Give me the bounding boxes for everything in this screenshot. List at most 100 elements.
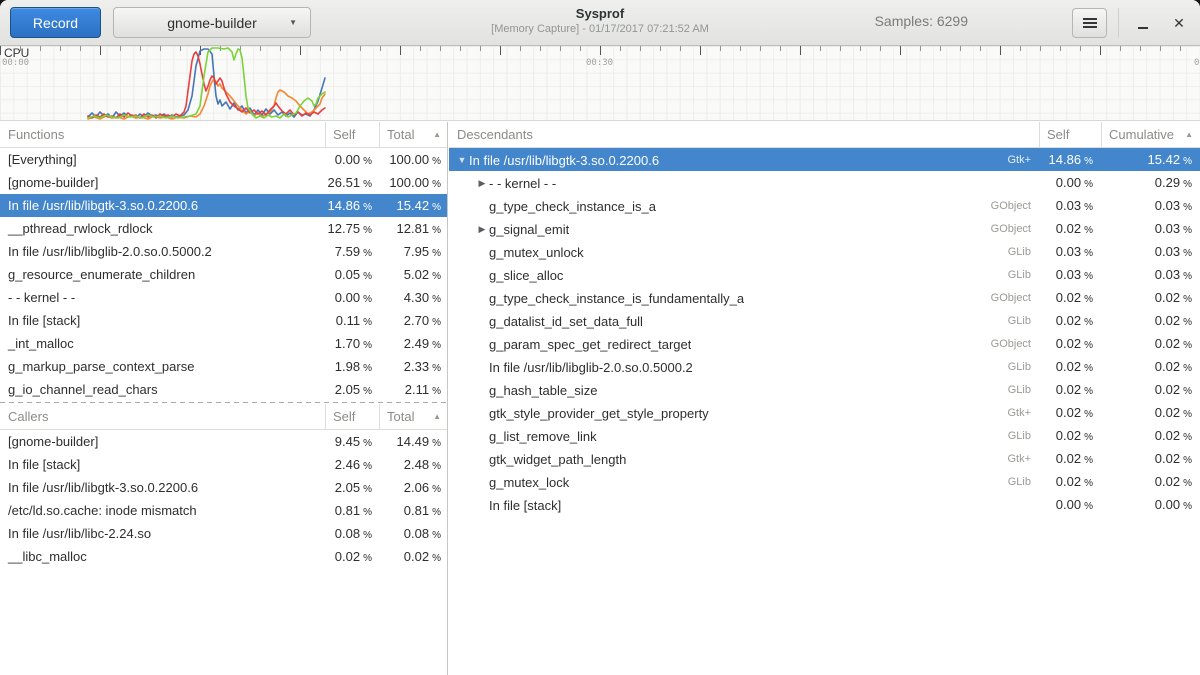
tree-row[interactable]: g_slice_allocGLib0.03%0.03% xyxy=(449,263,1200,286)
percent-value: 0.02% xyxy=(1101,355,1200,380)
percent-value: 0.02% xyxy=(325,545,379,570)
menu-button[interactable] xyxy=(1072,8,1107,38)
library-badge: Gtk+ xyxy=(1007,448,1039,471)
descendants-column-header[interactable]: Descendants xyxy=(449,122,1039,147)
percent-value: 0.02% xyxy=(1101,309,1200,334)
cpu-timeline-graph[interactable]: CPU 00:00 00:30 01:00 xyxy=(0,46,1200,121)
percent-value: 5.02% xyxy=(379,263,448,288)
function-name: g_type_check_instance_is_a xyxy=(489,195,656,218)
percent-value: 0.02% xyxy=(1101,332,1200,357)
table-row[interactable]: [gnome-builder]26.51%100.00% xyxy=(0,171,447,194)
function-name: g_mutex_unlock xyxy=(489,241,584,264)
paned-handle[interactable] xyxy=(0,401,447,404)
percent-value: 2.46% xyxy=(325,453,379,478)
percent-value: 7.95% xyxy=(379,240,448,265)
table-row[interactable]: /etc/ld.so.cache: inode mismatch0.81%0.8… xyxy=(0,499,447,522)
tree-row[interactable]: In file [stack]0.00%0.00% xyxy=(449,493,1200,516)
table-row[interactable]: In file /usr/lib/libgtk-3.so.0.2200.62.0… xyxy=(0,476,447,499)
library-badge: GLib xyxy=(1008,264,1039,287)
process-selector-label: gnome-builder xyxy=(167,15,257,31)
tree-name-cell: g_datalist_id_set_data_fullGLib xyxy=(449,309,1039,334)
percent-value: 0.05% xyxy=(325,263,379,288)
percent-value: 0.02% xyxy=(1039,217,1101,242)
percent-value: 2.05% xyxy=(325,378,379,403)
descendants-self-column-header[interactable]: Self xyxy=(1039,122,1101,147)
tree-row[interactable]: g_list_remove_linkGLib0.02%0.02% xyxy=(449,424,1200,447)
percent-value: 7.59% xyxy=(325,240,379,265)
library-badge: GObject xyxy=(991,287,1039,310)
table-row[interactable]: _int_malloc1.70%2.49% xyxy=(0,332,447,355)
expander-open-icon[interactable]: ▼ xyxy=(455,149,469,172)
tree-row[interactable]: ▶g_signal_emitGObject0.02%0.03% xyxy=(449,217,1200,240)
minimize-button[interactable] xyxy=(1128,8,1158,38)
function-name: In file /usr/lib/libglib-2.0.so.0.5000.2 xyxy=(0,240,325,265)
library-badge: GLib xyxy=(1008,471,1039,494)
function-name: In file /usr/lib/libc-2.24.so xyxy=(0,522,325,547)
percent-value: 2.05% xyxy=(325,476,379,501)
table-row[interactable]: - - kernel - -0.00%4.30% xyxy=(0,286,447,309)
descendants-table-header: Descendants Self Cumulative ▲ xyxy=(449,122,1200,148)
percent-value: 2.11% xyxy=(379,378,448,403)
table-row[interactable]: [Everything]0.00%100.00% xyxy=(0,148,447,171)
percent-value: 0.02% xyxy=(1101,286,1200,311)
tree-row[interactable]: g_type_check_instance_is_aGObject0.03%0.… xyxy=(449,194,1200,217)
tree-row[interactable]: g_param_spec_get_redirect_targetGObject0… xyxy=(449,332,1200,355)
table-row[interactable]: In file /usr/lib/libgtk-3.so.0.2200.614.… xyxy=(0,194,447,217)
tree-row[interactable]: g_datalist_id_set_data_fullGLib0.02%0.02… xyxy=(449,309,1200,332)
tree-row[interactable]: gtk_style_provider_get_style_propertyGtk… xyxy=(449,401,1200,424)
function-name: g_type_check_instance_is_fundamentally_a xyxy=(489,287,744,310)
descendants-cumulative-column-header[interactable]: Cumulative ▲ xyxy=(1101,122,1200,147)
callers-self-column-header[interactable]: Self xyxy=(325,404,379,429)
percent-value: 0.03% xyxy=(1039,240,1101,265)
percent-value: 14.86% xyxy=(1039,148,1101,173)
percent-value: 0.03% xyxy=(1101,194,1200,219)
tree-name-cell: In file /usr/lib/libglib-2.0.so.0.5000.2… xyxy=(449,355,1039,380)
record-button[interactable]: Record xyxy=(10,7,101,38)
tree-row[interactable]: g_hash_table_sizeGLib0.02%0.02% xyxy=(449,378,1200,401)
table-row[interactable]: In file [stack]0.11%2.70% xyxy=(0,309,447,332)
table-row[interactable]: In file /usr/lib/libc-2.24.so0.08%0.08% xyxy=(0,522,447,545)
table-row[interactable]: g_resource_enumerate_children0.05%5.02% xyxy=(0,263,447,286)
percent-value: 0.02% xyxy=(1039,286,1101,311)
functions-column-header[interactable]: Functions xyxy=(0,122,325,147)
tree-row[interactable]: g_mutex_lockGLib0.02%0.02% xyxy=(449,470,1200,493)
expander-closed-icon[interactable]: ▶ xyxy=(475,218,489,241)
percent-value: 0.02% xyxy=(1101,424,1200,449)
percent-value: 0.02% xyxy=(1039,355,1101,380)
function-name: g_datalist_id_set_data_full xyxy=(489,310,643,333)
function-name: In file [stack] xyxy=(0,453,325,478)
table-row[interactable]: In file [stack]2.46%2.48% xyxy=(0,453,447,476)
percent-value: 0.02% xyxy=(1101,378,1200,403)
close-button[interactable]: ✕ xyxy=(1164,8,1194,38)
percent-value: 0.03% xyxy=(1039,194,1101,219)
function-name: - - kernel - - xyxy=(489,172,556,195)
table-row[interactable]: g_io_channel_read_chars2.05%2.11% xyxy=(0,378,447,401)
library-badge: GLib xyxy=(1008,356,1039,379)
tree-row[interactable]: ▶- - kernel - -0.00%0.29% xyxy=(449,171,1200,194)
tree-row[interactable]: gtk_widget_path_lengthGtk+0.02%0.02% xyxy=(449,447,1200,470)
callers-column-header[interactable]: Callers xyxy=(0,404,325,429)
process-selector[interactable]: gnome-builder ▼ xyxy=(113,7,311,38)
table-row[interactable]: __pthread_rwlock_rdlock12.75%12.81% xyxy=(0,217,447,240)
functions-total-column-header[interactable]: Total ▲ xyxy=(379,122,448,147)
percent-value: 0.03% xyxy=(1039,263,1101,288)
tree-row[interactable]: g_type_check_instance_is_fundamentally_a… xyxy=(449,286,1200,309)
table-row[interactable]: [gnome-builder]9.45%14.49% xyxy=(0,430,447,453)
table-row[interactable]: __libc_malloc0.02%0.02% xyxy=(0,545,447,568)
function-name: g_hash_table_size xyxy=(489,379,597,402)
callers-total-column-header[interactable]: Total ▲ xyxy=(379,404,448,429)
function-name: __pthread_rwlock_rdlock xyxy=(0,217,325,242)
tree-row[interactable]: g_mutex_unlockGLib0.03%0.03% xyxy=(449,240,1200,263)
function-name: [gnome-builder] xyxy=(0,430,325,455)
percent-value: 2.06% xyxy=(379,476,448,501)
profile-panes: Functions Self Total ▲ [Everything]0.00%… xyxy=(0,122,1200,675)
functions-table-header: Functions Self Total ▲ xyxy=(0,122,447,148)
tree-row[interactable]: ▼In file /usr/lib/libgtk-3.so.0.2200.6Gt… xyxy=(449,148,1200,171)
function-name: g_markup_parse_context_parse xyxy=(0,355,325,380)
close-icon: ✕ xyxy=(1173,15,1185,32)
tree-row[interactable]: In file /usr/lib/libglib-2.0.so.0.5000.2… xyxy=(449,355,1200,378)
expander-closed-icon[interactable]: ▶ xyxy=(475,172,489,195)
table-row[interactable]: g_markup_parse_context_parse1.98%2.33% xyxy=(0,355,447,378)
table-row[interactable]: In file /usr/lib/libglib-2.0.so.0.5000.2… xyxy=(0,240,447,263)
functions-self-column-header[interactable]: Self xyxy=(325,122,379,147)
